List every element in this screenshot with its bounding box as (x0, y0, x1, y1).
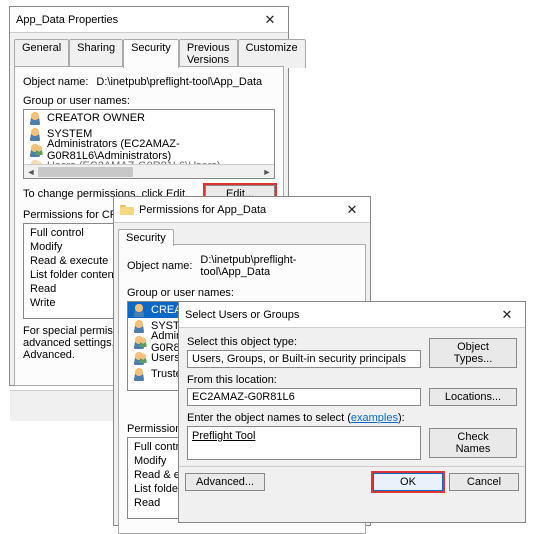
list-item[interactable]: CREATOR OWNER (24, 110, 274, 126)
folder-icon (120, 204, 134, 215)
tab-security[interactable]: Security (118, 229, 174, 246)
object-names-value: Preflight Tool (192, 430, 255, 442)
locations-button[interactable]: Locations... (429, 388, 517, 406)
list-item[interactable]: Administrators (EC2AMAZ-G0R81L6\Administ… (24, 142, 274, 158)
location-field[interactable]: EC2AMAZ-G0R81L6 (187, 388, 421, 406)
object-type-label: Select this object type: (187, 336, 421, 348)
cancel-button[interactable]: Cancel (449, 473, 519, 491)
tab-strip: General Sharing Security Previous Versio… (10, 35, 288, 68)
close-icon[interactable]: ✕ (489, 302, 525, 327)
titlebar[interactable]: App_Data Properties ✕ (10, 7, 288, 33)
group-icon (132, 351, 146, 365)
titlebar[interactable]: Permissions for App_Data ✕ (114, 197, 370, 223)
advanced-button[interactable]: Advanced... (185, 473, 265, 491)
object-type-field[interactable]: Users, Groups, or Built-in security prin… (187, 350, 421, 368)
object-types-button[interactable]: Object Types... (429, 338, 517, 368)
enter-names-prefix: Enter the object names to select ( (187, 412, 351, 424)
horizontal-scrollbar[interactable]: ◄ ► (24, 164, 274, 178)
user-icon (28, 111, 42, 125)
user-icon (132, 319, 146, 333)
tab-security[interactable]: Security (123, 39, 179, 68)
object-name-value: D:\inetpub\preflight-tool\App_Data (94, 75, 275, 89)
user-icon (132, 367, 146, 381)
scroll-left-icon[interactable]: ◄ (24, 165, 38, 179)
window-title: Permissions for App_Data (139, 204, 334, 216)
group-icon (28, 143, 42, 157)
object-name-label: Object name: (23, 76, 88, 88)
examples-link[interactable]: examples (351, 412, 398, 424)
object-names-input[interactable]: Preflight Tool (187, 426, 421, 460)
group-users-label: Group or user names: (127, 287, 357, 299)
dialog-buttons: Advanced... OK Cancel (179, 466, 525, 497)
object-name-value: D:\inetpub\preflight-tool\App_Data (198, 253, 357, 279)
window-title: Select Users or Groups (185, 309, 489, 321)
scroll-track[interactable] (38, 165, 260, 178)
tab-customize[interactable]: Customize (238, 39, 306, 68)
users-listbox[interactable]: CREATOR OWNER SYSTEM Administrators (EC2… (23, 109, 275, 179)
scroll-thumb[interactable] (38, 167, 133, 177)
group-users-label: Group or user names: (23, 95, 275, 107)
titlebar[interactable]: Select Users or Groups ✕ (179, 302, 525, 328)
close-icon[interactable]: ✕ (334, 197, 370, 222)
tab-sharing[interactable]: Sharing (69, 39, 123, 68)
user-icon (132, 303, 146, 317)
check-names-button[interactable]: Check Names (429, 428, 517, 458)
tab-general[interactable]: General (14, 39, 69, 68)
location-label: From this location: (187, 374, 421, 386)
group-icon (132, 335, 146, 349)
select-users-dialog: Select Users or Groups ✕ Select this obj… (178, 301, 526, 523)
enter-names-suffix: ): (398, 412, 405, 424)
object-name-label: Object name: (127, 260, 192, 272)
user-icon (28, 127, 42, 141)
list-item-label: CREATOR OWNER (47, 112, 145, 124)
tab-previous-versions[interactable]: Previous Versions (179, 39, 238, 68)
window-title: App_Data Properties (16, 14, 252, 26)
scroll-right-icon[interactable]: ► (260, 165, 274, 179)
close-icon[interactable]: ✕ (252, 7, 288, 32)
enter-names-label: Enter the object names to select (exampl… (187, 412, 421, 424)
ok-button[interactable]: OK (373, 473, 443, 491)
tab-strip: Security (114, 225, 370, 246)
